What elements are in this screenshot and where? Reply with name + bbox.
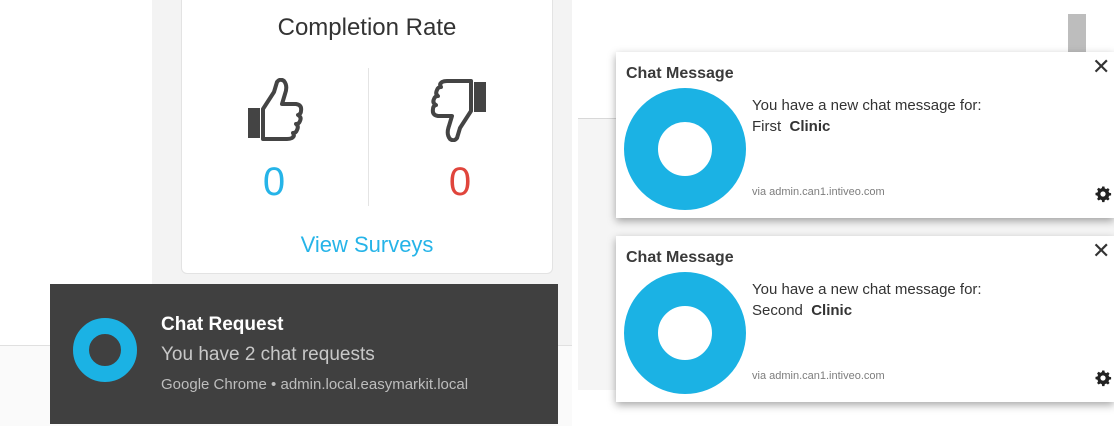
gear-icon[interactable] — [1094, 185, 1112, 203]
ring-logo-icon — [624, 272, 746, 394]
notification-title: Chat Message — [626, 65, 734, 82]
toast-body: You have 2 chat requests — [161, 344, 375, 365]
thumbs-down-count: 0 — [448, 160, 472, 204]
clinic-name-prefix: Second — [752, 302, 803, 319]
view-surveys-link[interactable]: View Surveys — [182, 232, 552, 258]
thumbs-up-icon — [248, 78, 304, 141]
clinic-name-bold: Clinic — [789, 118, 831, 135]
chat-message-notification[interactable]: Chat Message You have a new chat message… — [616, 52, 1114, 218]
close-icon[interactable]: ✕ — [1092, 240, 1112, 262]
thumbs-down-icon — [430, 79, 486, 142]
notification-title: Chat Message — [626, 249, 734, 266]
clinic-name-bold: Clinic — [811, 302, 853, 319]
clinic-name-prefix: First — [752, 118, 782, 135]
notification-clinic: First Clinic — [752, 118, 830, 135]
card-divider — [368, 68, 369, 206]
notification-message: You have a new chat message for: — [752, 97, 982, 114]
card-title: Completion Rate — [277, 14, 457, 41]
notification-source: via admin.can1.intiveo.com — [752, 186, 885, 198]
notification-message: You have a new chat message for: — [752, 281, 982, 298]
completion-rate-card: Completion Rate 0 0 View Surveys — [181, 0, 553, 274]
ring-logo-icon — [73, 318, 137, 382]
thumbs-up-count: 0 — [262, 160, 286, 204]
ring-logo-icon — [624, 88, 746, 210]
notification-clinic: Second Clinic — [752, 302, 852, 319]
right-screenshot-panel: Chat Message You have a new chat message… — [578, 0, 1114, 426]
close-icon[interactable]: ✕ — [1092, 56, 1112, 78]
chat-message-notification[interactable]: Chat Message You have a new chat message… — [616, 236, 1114, 402]
chrome-notification-toast[interactable]: Chat Request You have 2 chat requests Go… — [50, 284, 558, 424]
notification-source: via admin.can1.intiveo.com — [752, 370, 885, 382]
left-screenshot-panel: Completion Rate 0 0 View Surveys Chat Re… — [0, 0, 572, 426]
toast-source: Google Chrome • admin.local.easymarkit.l… — [161, 376, 469, 393]
toast-title: Chat Request — [161, 314, 284, 335]
gear-icon[interactable] — [1094, 369, 1112, 387]
